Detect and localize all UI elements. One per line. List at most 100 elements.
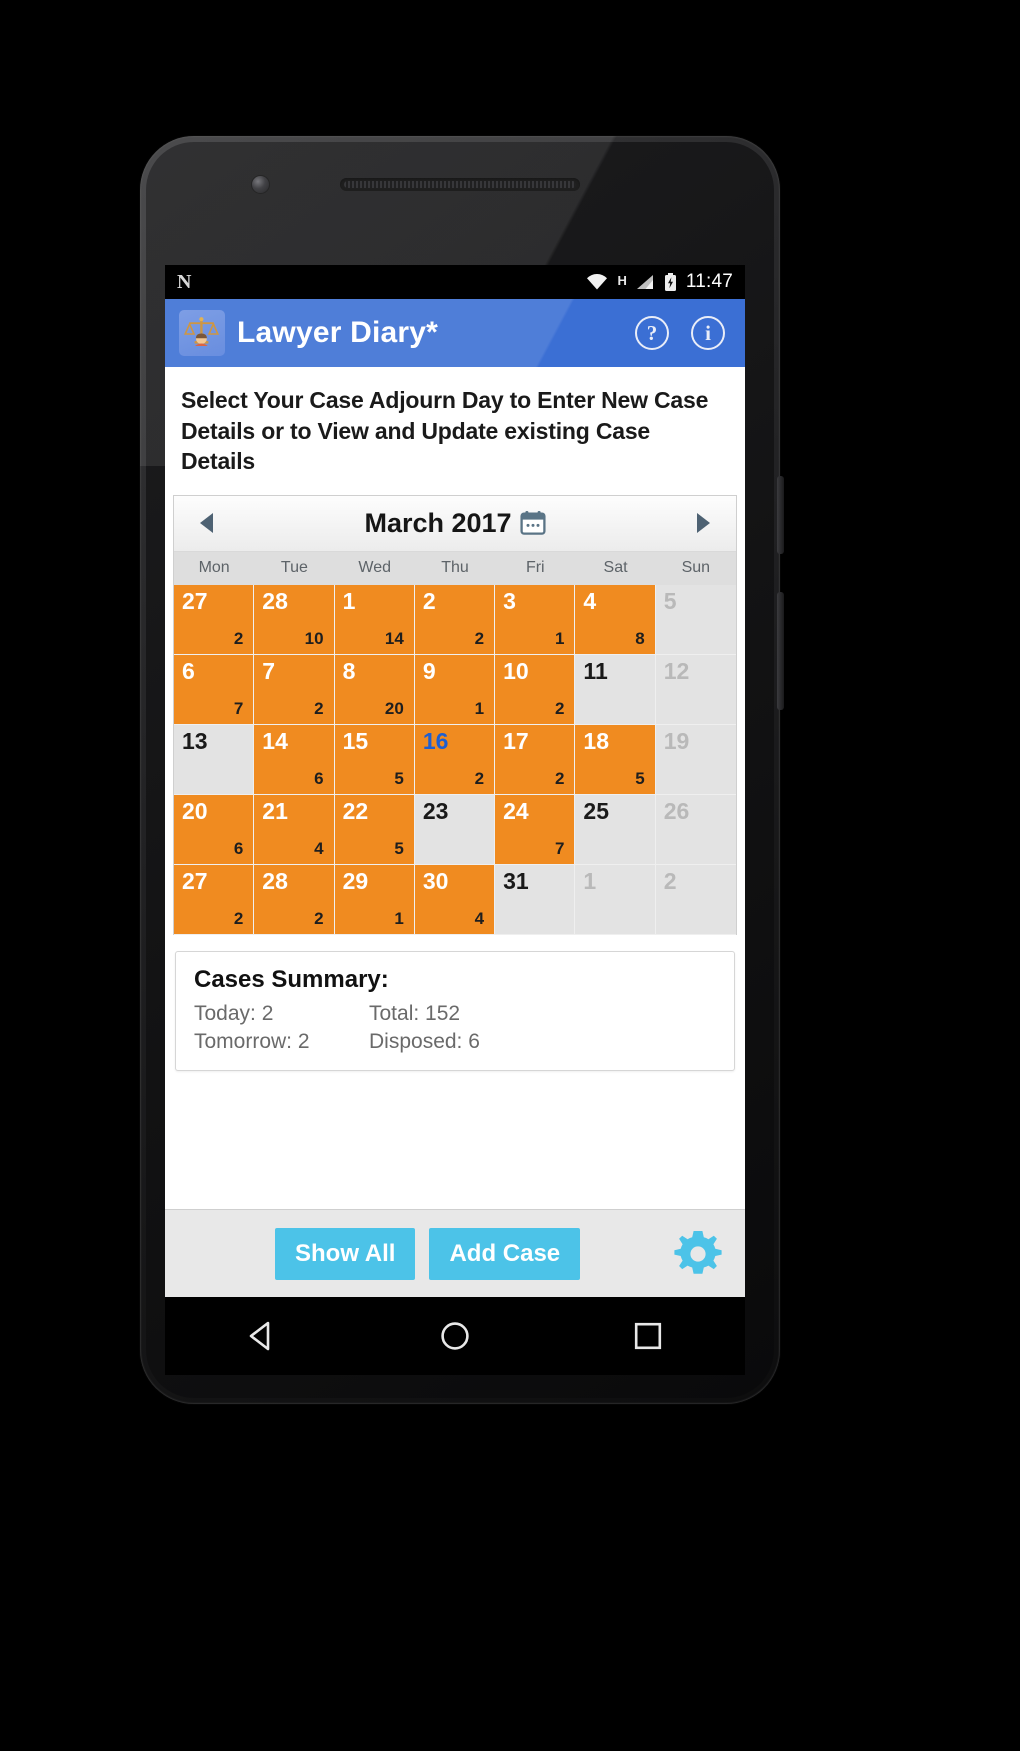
day-number: 21: [262, 797, 288, 824]
help-icon[interactable]: ?: [635, 316, 669, 350]
calendar-week-row: 20 6 21 4 22 5 23 24 7 25 26: [174, 794, 736, 865]
day-number: 29: [342, 867, 369, 894]
info-icon[interactable]: i: [691, 316, 725, 350]
case-count: 1: [474, 698, 485, 718]
day-number: 17: [503, 727, 529, 754]
calendar-day-cell[interactable]: 31: [495, 864, 576, 935]
prev-month-button[interactable]: [190, 506, 224, 540]
android-nav-bar: [165, 1297, 745, 1375]
calendar-day-cell[interactable]: 67: [174, 654, 255, 725]
day-number: 20: [182, 797, 208, 824]
bottom-action-bar: Show All Add Case: [165, 1209, 745, 1297]
network-type-label: H: [617, 273, 627, 288]
calendar-day-cell[interactable]: 48: [575, 584, 656, 655]
case-count: 6: [314, 768, 324, 788]
day-number: 1: [583, 867, 597, 894]
calendar-icon[interactable]: [519, 510, 546, 536]
case-count: 10: [304, 628, 324, 648]
case-count: 20: [384, 698, 404, 718]
day-number: 6: [182, 657, 195, 684]
calendar-day-cell[interactable]: 22: [414, 584, 496, 655]
day-number: 25: [583, 797, 610, 824]
case-count: 2: [233, 628, 244, 648]
calendar-day-cell[interactable]: 30 4: [414, 864, 496, 935]
case-count: 2: [233, 908, 244, 928]
calendar-day-cell[interactable]: 5: [655, 584, 736, 655]
day-number: 7: [262, 657, 276, 684]
weekday-label: Wed: [358, 558, 391, 576]
calendar-day-cell[interactable]: 29 1: [334, 864, 415, 935]
calendar-day-cell[interactable]: 27 2: [174, 584, 255, 655]
calendar-week-row: 27 2 28 2 29 1 30 4 31 1 2: [174, 864, 736, 935]
home-circle-icon[interactable]: [432, 1313, 478, 1359]
calendar-day-cell[interactable]: 27 2: [174, 864, 255, 935]
case-count: 5: [635, 768, 645, 788]
signal-icon: [636, 275, 653, 289]
calendar-header: March 2017: [174, 495, 736, 552]
day-number: 5: [663, 587, 677, 614]
day-number: 31: [503, 867, 529, 894]
day-number: 13: [182, 727, 208, 754]
calendar-day-cell[interactable]: 21 4: [254, 794, 335, 865]
calendar-day-cell[interactable]: 8 20: [334, 654, 415, 725]
calendar-day-cell[interactable]: 91: [414, 654, 496, 725]
calendar-day-cell[interactable]: 12: [655, 654, 736, 725]
weekday-label: Sun: [681, 558, 711, 576]
day-number: 2: [663, 867, 677, 894]
calendar-day-cell[interactable]: 16 2: [414, 724, 496, 795]
calendar-day-cell[interactable]: 23: [414, 794, 496, 865]
calendar-day-cell[interactable]: 15 5: [334, 724, 415, 795]
calendar-day-cell[interactable]: 13: [174, 724, 255, 795]
day-number: 12: [663, 657, 690, 684]
calendar-day-cell[interactable]: 20 6: [174, 794, 255, 865]
add-case-button[interactable]: Add Case: [429, 1227, 581, 1280]
day-number: 10: [503, 657, 529, 684]
calendar-day-cell[interactable]: 17 2: [495, 724, 576, 795]
screenshot-stage: N H 11:47 Lawyer Diary* ? i Select Your …: [0, 0, 1020, 1751]
day-number: 18: [583, 727, 610, 754]
gear-icon[interactable]: [671, 1227, 725, 1281]
back-triangle-icon[interactable]: [239, 1313, 285, 1359]
weekday-label: Mon: [198, 558, 230, 576]
calendar-day-cell[interactable]: 28 10: [254, 584, 335, 655]
calendar-day-cell[interactable]: 26: [655, 794, 736, 865]
volume-button[interactable]: [777, 592, 784, 710]
day-number: 30: [422, 867, 449, 894]
case-count: 2: [314, 908, 324, 928]
calendar-day-cell[interactable]: 31: [495, 584, 576, 655]
calendar-day-cell[interactable]: 19: [655, 724, 736, 795]
summary-title: Cases Summary:: [194, 965, 389, 993]
calendar-day-cell[interactable]: 72: [254, 654, 335, 725]
earpiece-speaker: [340, 178, 580, 191]
case-count: 2: [314, 698, 324, 718]
summary-values: Today: 2 Total: 152 Tomorrow: 2 Disposed…: [194, 1002, 716, 1054]
calendar-month-label: March 2017: [224, 508, 686, 539]
calendar-day-cell[interactable]: 1 14: [334, 584, 415, 655]
calendar-day-cell[interactable]: 10 2: [495, 654, 576, 725]
summary-today: Today: 2: [194, 1001, 274, 1025]
calendar-day-cell[interactable]: 28 2: [254, 864, 335, 935]
calendar-day-cell[interactable]: 24 7: [495, 794, 576, 865]
calendar-day-cell[interactable]: 1: [575, 864, 656, 935]
calendar-day-cell[interactable]: 2: [655, 864, 736, 935]
power-button[interactable]: [777, 476, 784, 554]
weekday-header-row: Mon Tue Wed Thu Fri Sat Sun: [174, 551, 736, 585]
next-month-button[interactable]: [686, 506, 720, 540]
show-all-button[interactable]: Show All: [275, 1227, 416, 1280]
case-count: 1: [394, 908, 404, 928]
calendar-day-cell[interactable]: 14 6: [254, 724, 335, 795]
case-count: 2: [474, 768, 485, 788]
calendar-week-row: 13 14 6 15 5 16 2 17 2 18 5 19: [174, 724, 736, 795]
case-count: 4: [474, 908, 485, 928]
day-number: 24: [503, 797, 529, 824]
summary-disposed: Disposed: 6: [369, 1029, 480, 1053]
calendar-day-cell[interactable]: 18 5: [575, 724, 656, 795]
day-number: 19: [663, 727, 690, 754]
calendar-day-cell[interactable]: 22 5: [334, 794, 415, 865]
day-number: 9: [422, 657, 436, 684]
day-number: 3: [503, 587, 516, 614]
recents-square-icon[interactable]: [625, 1313, 671, 1359]
calendar-day-cell[interactable]: 25: [575, 794, 656, 865]
calendar-day-cell[interactable]: 11: [575, 654, 656, 725]
day-number: 1: [342, 587, 356, 614]
